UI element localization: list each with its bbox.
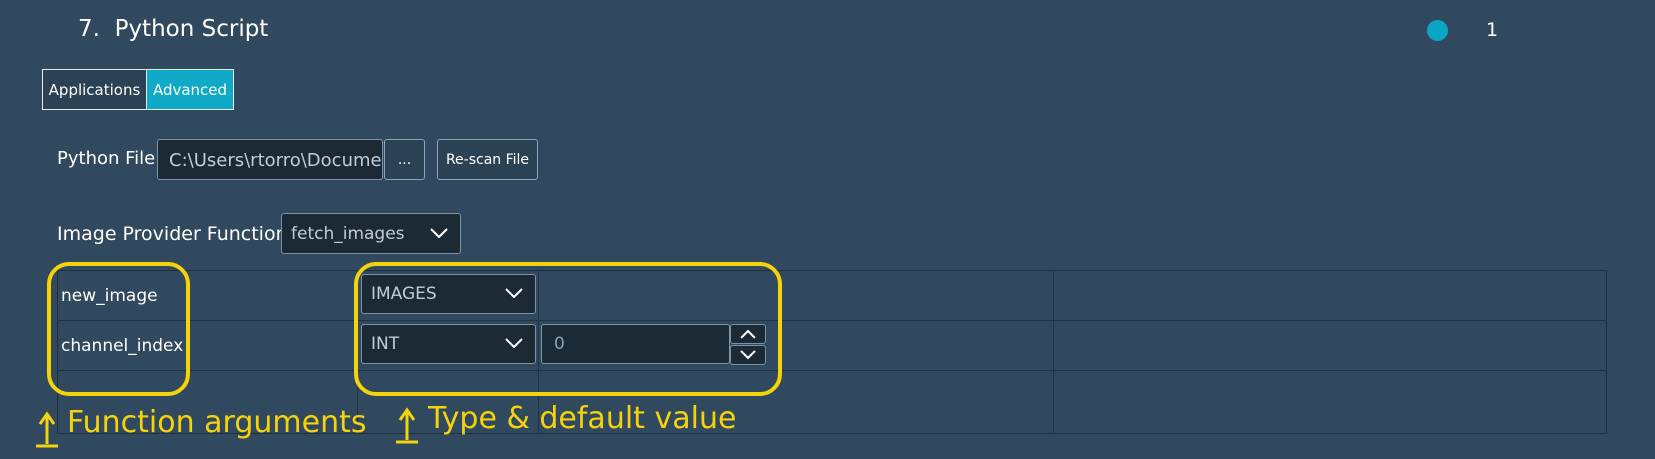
image-provider-select[interactable]: fetch_images [281, 213, 461, 254]
step-number: 7. [78, 16, 100, 42]
table-column-divider [1053, 270, 1054, 434]
image-provider-label: Image Provider Function [57, 223, 288, 245]
annotation-type-default-value: Type & default value [428, 401, 737, 436]
arrow-up-icon [36, 411, 58, 448]
chevron-down-icon [430, 227, 448, 238]
status-indicator-dot [1427, 20, 1448, 41]
types-highlight-box [354, 262, 782, 396]
step-title: Python Script [114, 16, 269, 42]
arguments-highlight-box [47, 262, 190, 396]
table-row-divider [57, 320, 1607, 321]
tab-advanced[interactable]: Advanced [146, 69, 234, 110]
table-row-divider [57, 370, 1607, 371]
annotation-function-arguments: Function arguments [67, 405, 367, 440]
arrow-up-icon [396, 407, 418, 444]
browse-button[interactable]: ... [384, 139, 425, 180]
status-count: 1 [1486, 19, 1499, 41]
image-provider-value: fetch_images [291, 223, 405, 244]
python-file-label: Python File [57, 148, 156, 169]
rescan-file-button[interactable]: Re-scan File [437, 139, 538, 180]
page-title: 7. Python Script [78, 16, 268, 42]
tab-applications[interactable]: Applications [42, 69, 147, 110]
python-file-input[interactable]: C:\Users\rtorro\Documen [157, 139, 383, 180]
